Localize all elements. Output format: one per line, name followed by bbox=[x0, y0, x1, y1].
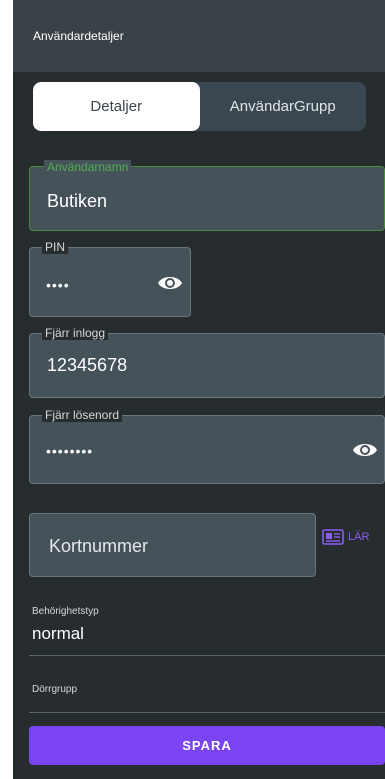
tab-user-group[interactable]: AnvändarGrupp bbox=[200, 82, 367, 131]
app-header: Användardetaljer bbox=[13, 0, 385, 72]
remote-password-value: •••••••• bbox=[46, 443, 94, 459]
save-button[interactable]: SPARA bbox=[29, 726, 385, 765]
remote-password-label: Fjärr lösenord bbox=[42, 408, 123, 422]
page-title: Användardetaljer bbox=[33, 29, 124, 43]
remote-login-field[interactable]: 12345678 bbox=[29, 333, 385, 398]
permission-type-value[interactable]: normal bbox=[32, 624, 84, 644]
username-value: Butiken bbox=[47, 191, 108, 211]
eye-icon[interactable] bbox=[157, 274, 183, 292]
pin-label: PIN bbox=[42, 240, 69, 254]
door-group-label: Dörrgrupp bbox=[32, 684, 78, 695]
learn-label: LÄR bbox=[348, 531, 370, 543]
card-number-field[interactable]: Kortnummer bbox=[29, 513, 316, 577]
tab-bar: Detaljer AnvändarGrupp bbox=[33, 82, 366, 131]
permission-type-label: Behörighetstyp bbox=[32, 606, 99, 617]
divider bbox=[29, 655, 385, 656]
username-field[interactable]: Butiken bbox=[29, 166, 385, 231]
remote-password-field[interactable]: •••••••• bbox=[29, 415, 385, 484]
card-number-placeholder: Kortnummer bbox=[49, 536, 149, 556]
tab-details[interactable]: Detaljer bbox=[33, 82, 200, 131]
username-label: Användarnamn bbox=[44, 160, 132, 174]
id-card-icon bbox=[322, 529, 344, 545]
pin-field[interactable]: •••• bbox=[29, 247, 191, 317]
eye-icon[interactable] bbox=[352, 441, 378, 459]
remote-login-label: Fjärr inlogg bbox=[42, 326, 109, 340]
remote-login-value: 12345678 bbox=[47, 355, 128, 375]
divider bbox=[29, 712, 385, 713]
learn-card-button[interactable]: LÄR bbox=[322, 528, 369, 546]
app-screen: Användardetaljer Detaljer AnvändarGrupp … bbox=[13, 0, 385, 779]
pin-value: •••• bbox=[46, 277, 70, 293]
